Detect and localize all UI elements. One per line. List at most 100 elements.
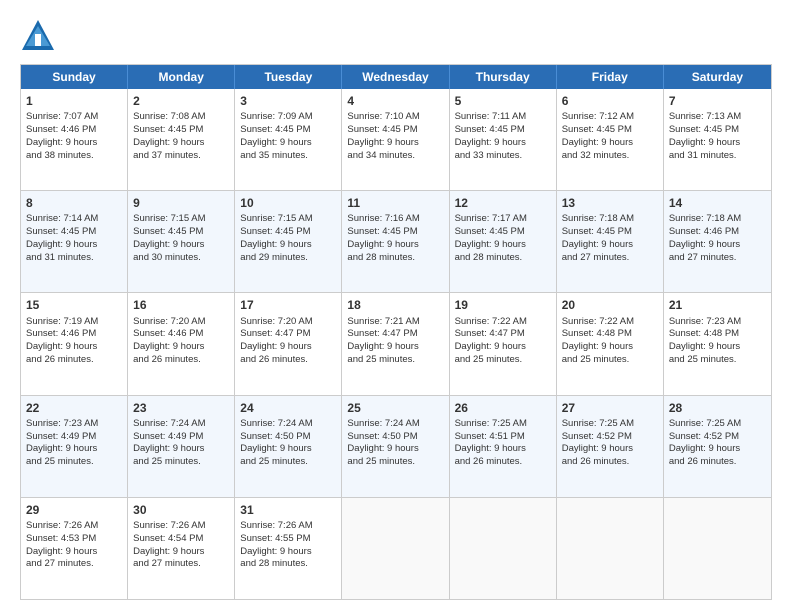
calendar-cell: 10Sunrise: 7:15 AMSunset: 4:45 PMDayligh… bbox=[235, 191, 342, 292]
calendar-cell: 6Sunrise: 7:12 AMSunset: 4:45 PMDaylight… bbox=[557, 89, 664, 190]
calendar-cell: 18Sunrise: 7:21 AMSunset: 4:47 PMDayligh… bbox=[342, 293, 449, 394]
day-info: Daylight: 9 hours bbox=[347, 443, 443, 456]
calendar-cell: 24Sunrise: 7:24 AMSunset: 4:50 PMDayligh… bbox=[235, 396, 342, 497]
day-info: Sunrise: 7:19 AM bbox=[26, 316, 122, 329]
day-info: Sunset: 4:52 PM bbox=[669, 431, 766, 444]
day-info: Daylight: 9 hours bbox=[26, 546, 122, 559]
day-number: 13 bbox=[562, 195, 658, 211]
calendar-cell: 19Sunrise: 7:22 AMSunset: 4:47 PMDayligh… bbox=[450, 293, 557, 394]
day-info: Daylight: 9 hours bbox=[669, 443, 766, 456]
day-info: Daylight: 9 hours bbox=[562, 239, 658, 252]
calendar-cell bbox=[342, 498, 449, 599]
day-info: and 25 minutes. bbox=[347, 354, 443, 367]
day-number: 22 bbox=[26, 400, 122, 416]
day-info: Daylight: 9 hours bbox=[669, 137, 766, 150]
calendar-cell: 2Sunrise: 7:08 AMSunset: 4:45 PMDaylight… bbox=[128, 89, 235, 190]
day-info: Sunrise: 7:21 AM bbox=[347, 316, 443, 329]
day-info: Daylight: 9 hours bbox=[455, 239, 551, 252]
day-info: and 26 minutes. bbox=[133, 354, 229, 367]
day-number: 20 bbox=[562, 297, 658, 313]
day-info: Sunset: 4:48 PM bbox=[669, 328, 766, 341]
day-info: Sunset: 4:45 PM bbox=[133, 226, 229, 239]
day-info: Sunrise: 7:25 AM bbox=[669, 418, 766, 431]
day-info: and 29 minutes. bbox=[240, 252, 336, 265]
calendar-cell: 9Sunrise: 7:15 AMSunset: 4:45 PMDaylight… bbox=[128, 191, 235, 292]
day-info: Sunrise: 7:24 AM bbox=[133, 418, 229, 431]
day-number: 5 bbox=[455, 93, 551, 109]
day-number: 10 bbox=[240, 195, 336, 211]
day-info: and 28 minutes. bbox=[240, 558, 336, 571]
day-info: Sunset: 4:45 PM bbox=[26, 226, 122, 239]
day-info: and 25 minutes. bbox=[26, 456, 122, 469]
calendar-cell: 11Sunrise: 7:16 AMSunset: 4:45 PMDayligh… bbox=[342, 191, 449, 292]
day-info: and 25 minutes. bbox=[562, 354, 658, 367]
calendar-body: 1Sunrise: 7:07 AMSunset: 4:46 PMDaylight… bbox=[21, 89, 771, 599]
calendar-cell: 14Sunrise: 7:18 AMSunset: 4:46 PMDayligh… bbox=[664, 191, 771, 292]
day-info: Daylight: 9 hours bbox=[455, 137, 551, 150]
day-number: 15 bbox=[26, 297, 122, 313]
day-number: 17 bbox=[240, 297, 336, 313]
day-number: 4 bbox=[347, 93, 443, 109]
day-info: and 27 minutes. bbox=[669, 252, 766, 265]
day-info: Daylight: 9 hours bbox=[133, 443, 229, 456]
day-info: Daylight: 9 hours bbox=[455, 443, 551, 456]
day-info: Daylight: 9 hours bbox=[347, 341, 443, 354]
day-info: Sunrise: 7:09 AM bbox=[240, 111, 336, 124]
day-info: and 33 minutes. bbox=[455, 150, 551, 163]
logo-icon bbox=[20, 18, 56, 54]
day-info: Sunset: 4:45 PM bbox=[240, 124, 336, 137]
day-info: Sunrise: 7:23 AM bbox=[669, 316, 766, 329]
calendar-row: 22Sunrise: 7:23 AMSunset: 4:49 PMDayligh… bbox=[21, 395, 771, 497]
calendar-cell: 4Sunrise: 7:10 AMSunset: 4:45 PMDaylight… bbox=[342, 89, 449, 190]
day-info: and 26 minutes. bbox=[562, 456, 658, 469]
day-info: Sunset: 4:46 PM bbox=[26, 124, 122, 137]
day-info: Sunrise: 7:24 AM bbox=[240, 418, 336, 431]
day-number: 18 bbox=[347, 297, 443, 313]
day-info: Sunrise: 7:10 AM bbox=[347, 111, 443, 124]
day-info: Daylight: 9 hours bbox=[347, 239, 443, 252]
day-info: and 26 minutes. bbox=[26, 354, 122, 367]
day-info: Sunrise: 7:15 AM bbox=[133, 213, 229, 226]
day-info: Sunrise: 7:20 AM bbox=[133, 316, 229, 329]
day-info: Sunset: 4:52 PM bbox=[562, 431, 658, 444]
day-number: 11 bbox=[347, 195, 443, 211]
day-info: Sunrise: 7:07 AM bbox=[26, 111, 122, 124]
day-info: Daylight: 9 hours bbox=[347, 137, 443, 150]
day-info: Sunrise: 7:23 AM bbox=[26, 418, 122, 431]
day-info: Sunset: 4:47 PM bbox=[455, 328, 551, 341]
day-info: Sunrise: 7:25 AM bbox=[562, 418, 658, 431]
calendar-cell: 23Sunrise: 7:24 AMSunset: 4:49 PMDayligh… bbox=[128, 396, 235, 497]
calendar-cell: 1Sunrise: 7:07 AMSunset: 4:46 PMDaylight… bbox=[21, 89, 128, 190]
day-info: Sunset: 4:45 PM bbox=[133, 124, 229, 137]
calendar-cell bbox=[450, 498, 557, 599]
day-info: Sunset: 4:45 PM bbox=[347, 226, 443, 239]
day-info: and 34 minutes. bbox=[347, 150, 443, 163]
calendar-row: 29Sunrise: 7:26 AMSunset: 4:53 PMDayligh… bbox=[21, 497, 771, 599]
header-day: Friday bbox=[557, 65, 664, 89]
day-info: Sunset: 4:45 PM bbox=[455, 124, 551, 137]
calendar-cell: 22Sunrise: 7:23 AMSunset: 4:49 PMDayligh… bbox=[21, 396, 128, 497]
day-number: 12 bbox=[455, 195, 551, 211]
day-info: Sunset: 4:54 PM bbox=[133, 533, 229, 546]
day-info: Daylight: 9 hours bbox=[562, 341, 658, 354]
day-info: Sunrise: 7:26 AM bbox=[133, 520, 229, 533]
day-number: 21 bbox=[669, 297, 766, 313]
calendar-cell: 25Sunrise: 7:24 AMSunset: 4:50 PMDayligh… bbox=[342, 396, 449, 497]
day-info: Sunrise: 7:18 AM bbox=[669, 213, 766, 226]
day-info: Daylight: 9 hours bbox=[240, 239, 336, 252]
day-info: Sunset: 4:50 PM bbox=[347, 431, 443, 444]
day-info: Daylight: 9 hours bbox=[133, 239, 229, 252]
day-number: 19 bbox=[455, 297, 551, 313]
calendar-cell: 20Sunrise: 7:22 AMSunset: 4:48 PMDayligh… bbox=[557, 293, 664, 394]
day-number: 2 bbox=[133, 93, 229, 109]
day-number: 31 bbox=[240, 502, 336, 518]
day-number: 7 bbox=[669, 93, 766, 109]
day-info: Daylight: 9 hours bbox=[133, 341, 229, 354]
calendar-cell bbox=[664, 498, 771, 599]
day-info: Sunset: 4:45 PM bbox=[562, 226, 658, 239]
day-info: Daylight: 9 hours bbox=[26, 137, 122, 150]
day-info: Sunset: 4:45 PM bbox=[240, 226, 336, 239]
day-info: and 31 minutes. bbox=[669, 150, 766, 163]
day-number: 6 bbox=[562, 93, 658, 109]
day-info: Sunrise: 7:12 AM bbox=[562, 111, 658, 124]
